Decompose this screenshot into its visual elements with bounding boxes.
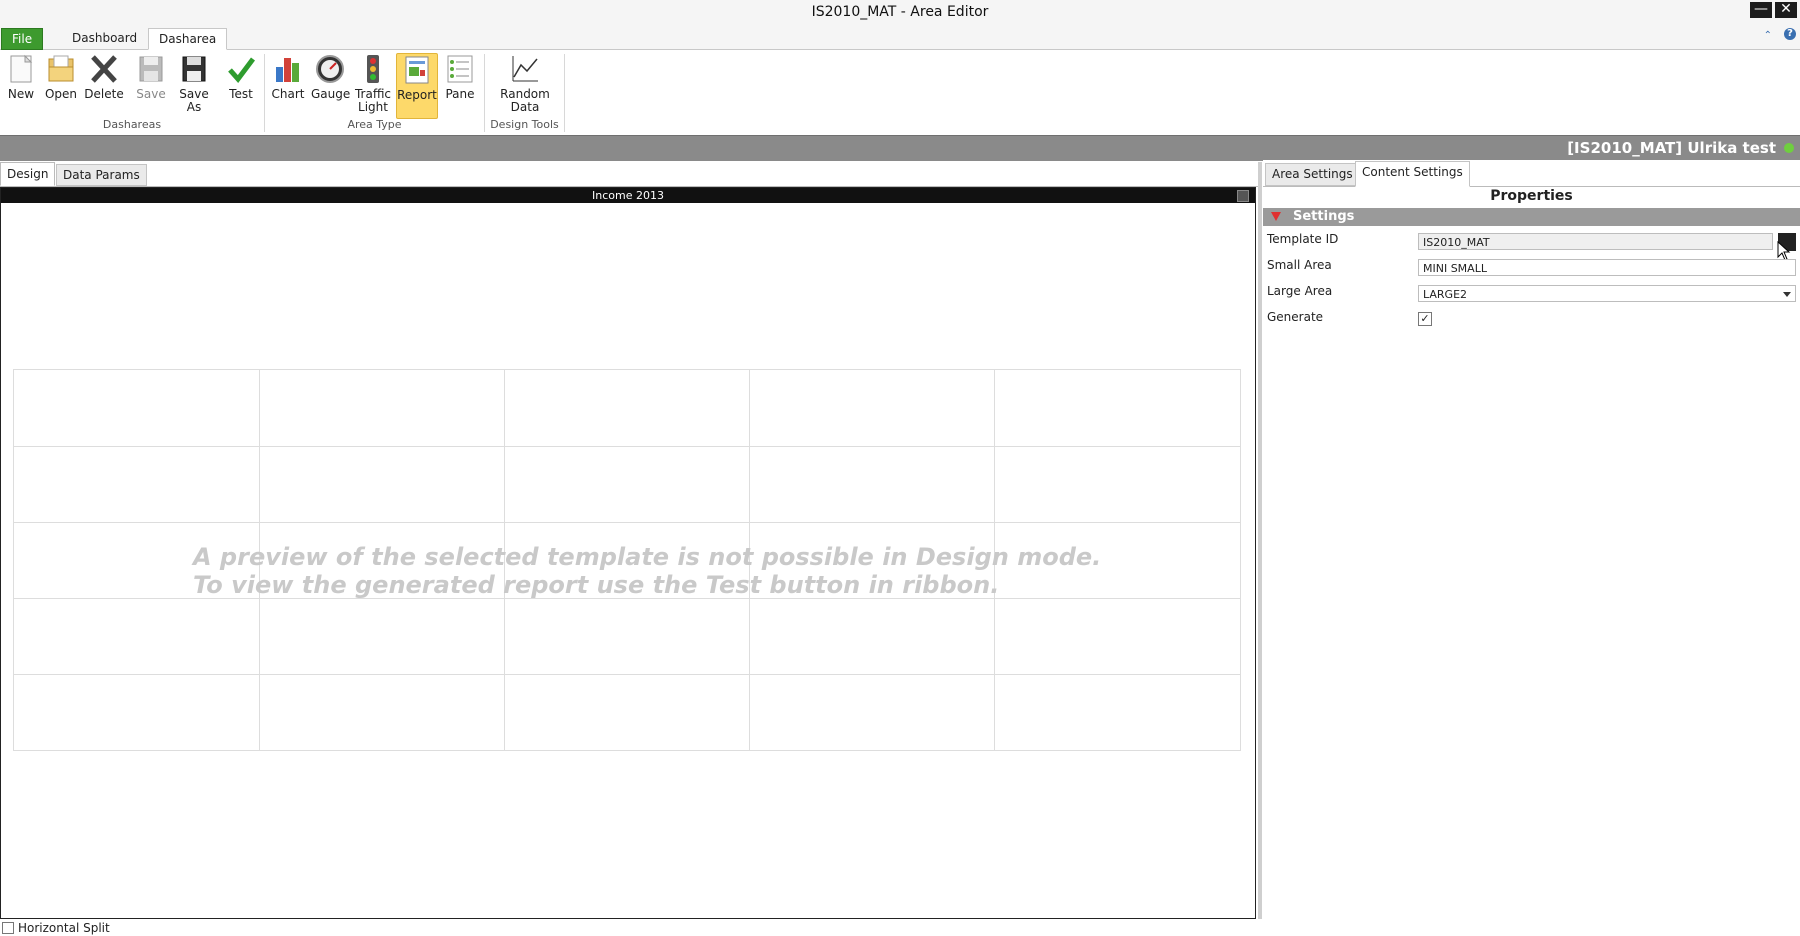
delete-label: Delete [84,87,124,101]
pane-title: Income 2013 [592,189,664,202]
editor-tab-strip: Design Data Params [0,162,1260,187]
pane-label: Pane [445,87,475,101]
large-area-label: Large Area [1267,284,1333,298]
gauge-label: Gauge [311,87,351,101]
report-label: Report [397,88,437,102]
horizontal-split-checkbox[interactable] [2,921,14,934]
grid-line [14,674,1240,675]
group-label-dashareas: Dashareas [102,118,162,131]
small-area-value: MINI SMALL [1423,262,1487,275]
properties-panel: Area Settings Content Settings Propertie… [1263,160,1800,917]
test-button[interactable]: Test [223,53,259,101]
random-data-label-line2: Data [510,100,540,114]
gauge-icon [313,53,347,85]
template-id-field[interactable]: IS2010_MAT [1418,233,1773,250]
ribbon-separator [564,54,565,132]
tab-area-settings[interactable]: Area Settings [1265,163,1360,186]
report-button[interactable]: Report [396,53,438,119]
chart-button[interactable]: Chart [270,53,306,101]
panel-splitter[interactable] [1258,162,1262,919]
preview-message-line2: To view the generated report use the Tes… [193,571,1000,599]
small-area-select[interactable]: MINI SMALL [1418,259,1796,276]
grid-line [14,522,1240,523]
large-area-select[interactable]: LARGE2 [1418,285,1796,302]
new-button[interactable]: New [4,53,38,101]
preview-message: A preview of the selected template is no… [193,543,1101,599]
generate-label: Generate [1267,310,1324,324]
dasharea-header-bar: [IS2010_MAT] Ulrika test [0,135,1800,161]
minimize-icon: — [1754,1,1768,17]
test-label: Test [229,87,253,101]
group-label-design-tools: Design Tools [490,118,559,131]
horizontal-split-toggle[interactable]: Horizontal Split [0,921,110,935]
tab-data-params[interactable]: Data Params [56,164,147,186]
properties-title: Properties [1490,188,1573,204]
delete-button[interactable]: Delete [84,53,124,101]
chevron-down-icon[interactable] [1783,292,1791,297]
ribbon: New Open Delete Save Save As Test Dashar… [0,50,1800,136]
pane-button[interactable]: Pane [441,53,479,101]
traffic-light-label-line2: Light [358,100,388,114]
traffic-light-label-line1: Traffic [354,87,392,101]
large-area-value: LARGE2 [1423,288,1468,301]
pane-icon [443,53,477,85]
ribbon-tab-strip: File Dashboard Dasharea ⌃ ? [0,26,1800,50]
save-button[interactable]: Save [134,53,168,101]
window-titlebar: IS2010_MAT - Area Editor [0,0,1800,26]
small-area-label: Small Area [1267,258,1332,272]
window-title: IS2010_MAT - Area Editor [811,4,989,20]
help-icon[interactable]: ? [1784,28,1796,40]
dasharea-title: [IS2010_MAT] Ulrika test [1567,139,1776,157]
delete-x-icon [87,53,121,85]
settings-section-header[interactable]: Settings [1263,208,1800,226]
save-as-button[interactable]: Save As [176,53,212,114]
chart-label: Chart [271,87,305,101]
save-as-label-line1: Save [179,87,209,101]
grid-line [14,446,1240,447]
checkmark-icon: ✓ [1420,312,1430,325]
bar-chart-icon [271,53,305,85]
traffic-light-button[interactable]: Traffic Light [354,53,392,114]
close-icon: ✕ [1780,1,1792,17]
tab-design[interactable]: Design [0,162,56,186]
open-button[interactable]: Open [43,53,79,101]
ribbon-collapse-icon[interactable]: ⌃ [1764,30,1772,41]
open-folder-icon [44,53,78,85]
tab-file[interactable]: File [1,28,44,50]
tab-dasharea[interactable]: Dasharea [148,28,228,50]
line-chart-icon [508,53,542,85]
report-icon [400,54,434,86]
random-data-button[interactable]: Random Data [500,53,550,114]
horizontal-split-label: Horizontal Split [18,921,110,935]
design-canvas[interactable]: Income 2013 A preview of the selected te… [0,187,1256,919]
group-label-area-type: Area Type [347,118,402,131]
save-label: Save [136,87,166,101]
pane-minimize-icon[interactable] [1237,190,1249,202]
close-button[interactable]: ✕ [1775,2,1797,18]
gauge-button[interactable]: Gauge [311,53,351,101]
settings-tab-strip: Area Settings Content Settings [1263,160,1800,187]
random-data-label-line1: Random [500,87,550,101]
traffic-light-icon [356,53,390,85]
template-id-label: Template ID [1267,232,1339,246]
settings-section-label: Settings [1293,209,1355,224]
pane-header: Income 2013 [1,188,1255,203]
minimize-button[interactable]: — [1750,2,1772,18]
tab-content-settings[interactable]: Content Settings [1355,161,1470,187]
floppy-disk-icon [134,53,168,85]
collapse-triangle-icon[interactable] [1271,212,1281,221]
tab-dashboard[interactable]: Dashboard [62,28,147,48]
status-indicator-icon [1784,143,1794,153]
new-document-icon [4,53,38,85]
generate-checkbox[interactable]: ✓ [1418,312,1432,326]
save-as-label-line2: As [186,100,202,114]
new-label: New [7,87,35,101]
save-as-icon [177,53,211,85]
open-label: Open [44,87,78,101]
checkmark-icon [224,53,258,85]
preview-message-line1: A preview of the selected template is no… [193,543,1102,571]
